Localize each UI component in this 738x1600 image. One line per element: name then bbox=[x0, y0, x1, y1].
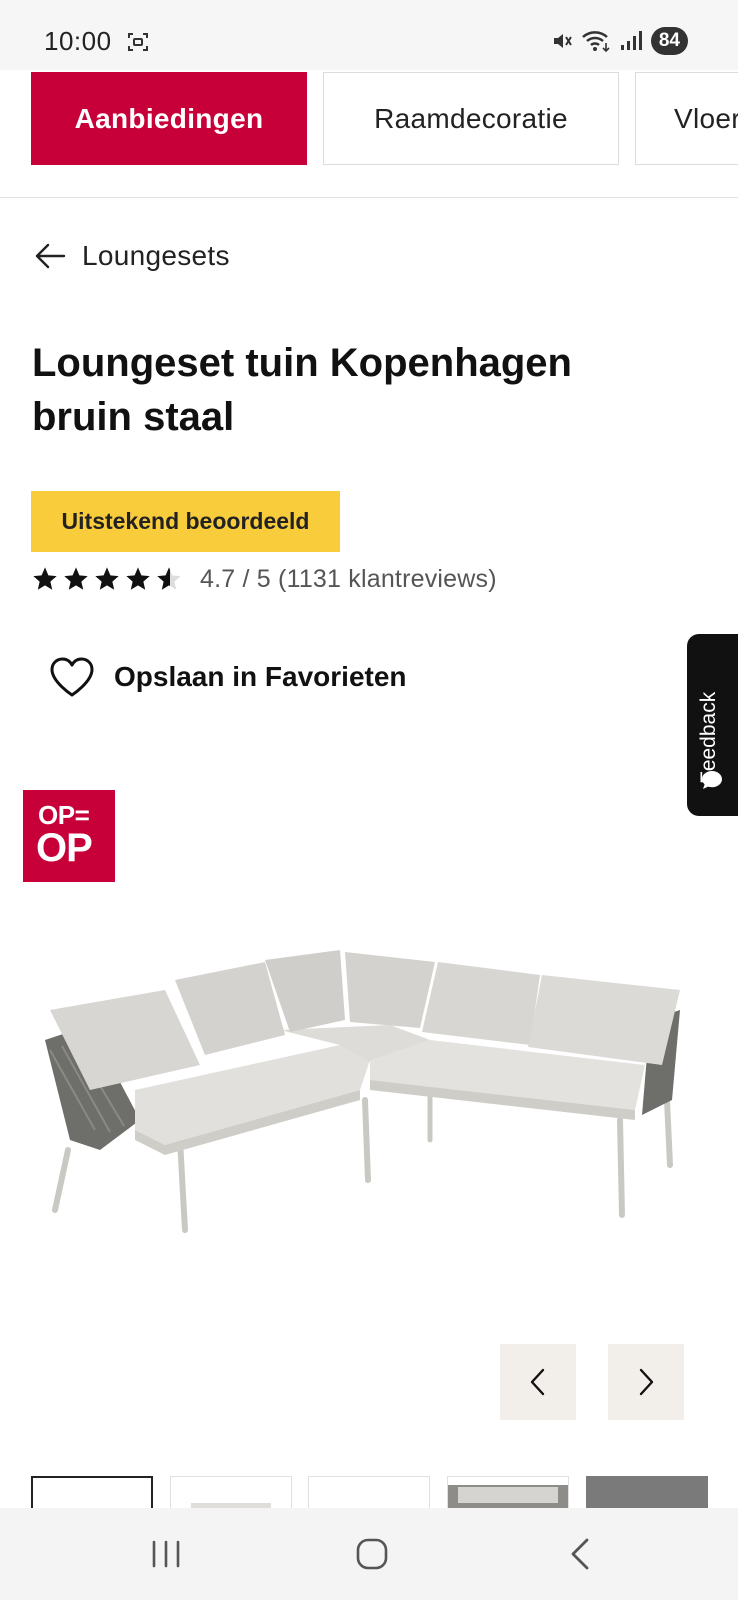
half-star-icon bbox=[157, 567, 181, 590]
status-time: 10:00 bbox=[44, 26, 112, 56]
battery-indicator: 84 bbox=[650, 27, 688, 55]
feedback-label: Feedback bbox=[697, 691, 720, 784]
rating-summary: 4.7 / 5 (1131 klantreviews) bbox=[200, 564, 497, 593]
save-favorite-label: Opslaan in Favorieten bbox=[114, 661, 407, 692]
screen-record-icon bbox=[128, 33, 148, 51]
promo-badge-line1: OP= bbox=[38, 800, 90, 830]
chevron-right-icon bbox=[639, 1368, 654, 1396]
star-icon bbox=[126, 567, 150, 590]
back-icon bbox=[571, 1538, 589, 1570]
save-favorite-button[interactable]: Opslaan in Favorieten bbox=[48, 656, 407, 698]
back-link-label: Loungesets bbox=[82, 240, 230, 271]
star-rating bbox=[30, 565, 184, 593]
wifi-icon bbox=[582, 31, 610, 53]
status-icons: 84 bbox=[551, 26, 688, 56]
recent-apps-button[interactable] bbox=[136, 1528, 196, 1580]
heart-icon bbox=[50, 657, 94, 697]
chat-bubble-icon bbox=[702, 771, 722, 789]
arrow-left-icon bbox=[35, 243, 66, 269]
product-title-line2: bruin staal bbox=[32, 395, 235, 439]
status-bar: 10:00 84 bbox=[0, 0, 738, 70]
feedback-tab[interactable]: Feedback bbox=[687, 634, 738, 816]
system-nav-bar bbox=[0, 1508, 738, 1600]
rating-badge: Uitstekend beoordeeld bbox=[31, 491, 340, 552]
star-icon bbox=[95, 567, 119, 590]
home-icon bbox=[356, 1538, 388, 1570]
signal-icon bbox=[620, 31, 642, 50]
tab-raamdecoratie[interactable]: Raamdecoratie bbox=[323, 72, 619, 165]
home-button[interactable] bbox=[342, 1528, 402, 1580]
recent-apps-icon bbox=[152, 1540, 180, 1568]
back-link[interactable]: Loungesets bbox=[34, 240, 230, 272]
tab-vloer[interactable]: Vloer bbox=[635, 72, 738, 165]
star-icon bbox=[33, 567, 57, 590]
chevron-left-icon bbox=[530, 1368, 545, 1396]
product-image[interactable] bbox=[40, 950, 710, 1260]
carousel-prev-button[interactable] bbox=[500, 1344, 576, 1420]
tab-aanbiedingen[interactable]: Aanbiedingen bbox=[31, 72, 307, 165]
product-title: Loungeset tuin Kopenhagen bruin staal bbox=[32, 336, 712, 444]
rating-row[interactable]: 4.7 / 5 (1131 klantreviews) bbox=[30, 562, 497, 596]
promo-badge-line2: OP bbox=[36, 826, 93, 870]
category-tabs: Aanbiedingen Raamdecoratie Vloer bbox=[0, 70, 738, 198]
back-button[interactable] bbox=[550, 1528, 610, 1580]
product-title-line1: Loungeset tuin Kopenhagen bbox=[32, 341, 572, 385]
promo-badge: OP= OP bbox=[23, 790, 115, 882]
star-icon bbox=[64, 567, 88, 590]
mute-icon bbox=[553, 34, 572, 48]
carousel-next-button[interactable] bbox=[608, 1344, 684, 1420]
